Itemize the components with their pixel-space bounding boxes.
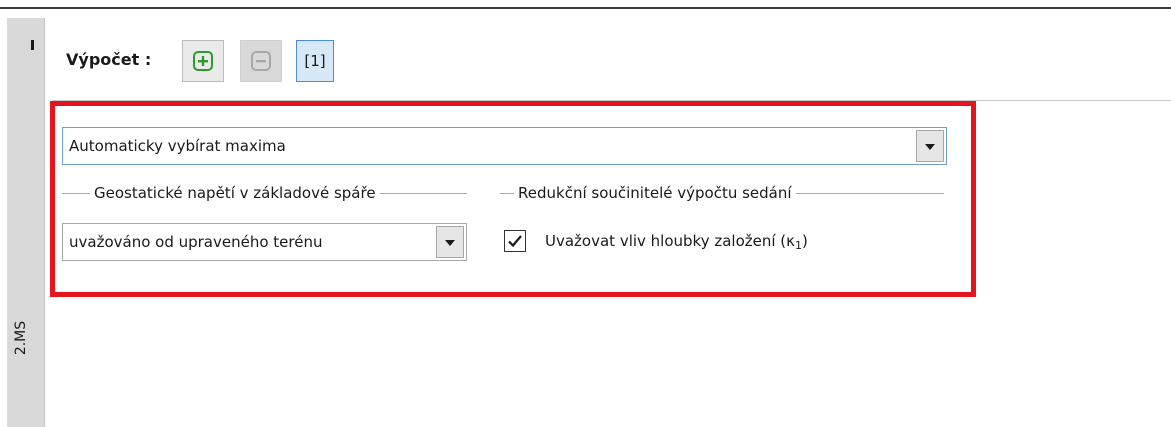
reduction-coefficients-group: Redukční součinitelé výpočtu sedání xyxy=(500,183,944,203)
calculation-mode-select[interactable]: Automaticky vybírat maxima xyxy=(62,127,947,165)
kappa-subscript: 1 xyxy=(795,239,802,252)
remove-calculation-button[interactable] xyxy=(240,40,282,82)
geostatic-stress-group: Geostatické napětí v základové spáře xyxy=(62,183,467,203)
chevron-down-icon xyxy=(925,144,935,150)
window-top-rule xyxy=(0,7,1171,9)
toolbar-separator xyxy=(52,100,1171,101)
foundation-depth-label-text: Uvažovat vliv hloubky založení (κ xyxy=(545,232,795,250)
calculation-mode-value: Automaticky vybírat maxima xyxy=(69,137,286,155)
stage-tab-label[interactable]: 2.MS xyxy=(10,310,32,366)
geostatic-stress-group-title: Geostatické napětí v základové spáře xyxy=(90,183,380,203)
minus-square-icon xyxy=(251,51,271,71)
foundation-depth-checkbox[interactable] xyxy=(504,230,526,252)
add-calculation-button[interactable] xyxy=(182,40,224,82)
foundation-depth-checkbox-label[interactable]: Uvažovat vliv hloubky založení (κ1) xyxy=(545,230,808,257)
checkmark-icon xyxy=(508,235,522,248)
geostatic-stress-select[interactable]: uvažováno od upraveného terénu xyxy=(62,223,467,261)
calculation-tab-1[interactable]: [1] xyxy=(296,40,334,82)
calculation-mode-dropdown-button[interactable] xyxy=(916,130,944,162)
geostatic-stress-dropdown-button[interactable] xyxy=(436,226,464,258)
plus-square-icon xyxy=(193,51,213,71)
geostatic-stress-value: uvažováno od upraveného terénu xyxy=(69,233,323,251)
reduction-coefficients-group-title: Redukční součinitelé výpočtu sedání xyxy=(514,183,796,203)
stage-marker xyxy=(31,40,34,50)
foundation-depth-label-suffix: ) xyxy=(802,232,808,250)
toolbar-label: Výpočet : xyxy=(66,50,152,69)
chevron-down-icon xyxy=(445,240,455,246)
